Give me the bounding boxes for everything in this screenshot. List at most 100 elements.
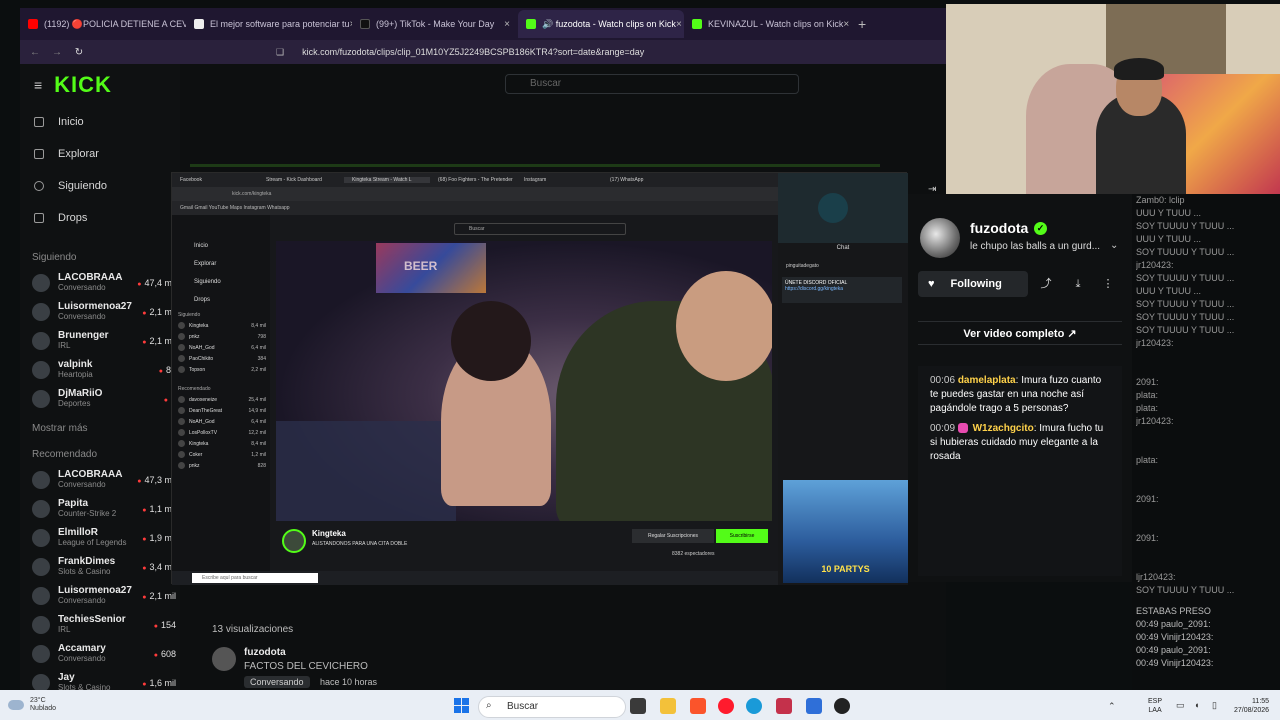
chat-line xyxy=(1136,480,1280,493)
avatar xyxy=(32,673,50,692)
menu-icon[interactable]: ≡ xyxy=(34,77,42,93)
close-tab-icon[interactable]: × xyxy=(504,19,510,30)
inner-search: Buscar xyxy=(454,223,626,235)
chat-line: 00:49 paulo_2091: xyxy=(1136,645,1211,655)
language-indicator[interactable]: ESP LAA xyxy=(1148,697,1162,715)
clip-time: hace 10 horas xyxy=(320,677,378,687)
show-more-link[interactable]: Mostrar más xyxy=(20,413,180,443)
streamer-name[interactable]: fuzodota xyxy=(970,220,1028,236)
home-icon xyxy=(34,117,44,127)
network-icon[interactable]: ▭ xyxy=(1176,700,1185,711)
shared-screen: Facebook Stream - Kick Dashboard Kingtek… xyxy=(171,172,908,585)
obs-icon[interactable] xyxy=(834,698,850,714)
back-icon[interactable]: ← xyxy=(28,47,42,58)
clip-card-title[interactable]: FACTOS DEL CEVICHERO xyxy=(244,661,368,672)
volume-icon[interactable]: ◖ xyxy=(1194,700,1199,710)
following-button[interactable]: ♥ Following xyxy=(918,271,1028,297)
more-icon[interactable]: ⋮ xyxy=(1098,274,1118,294)
file-explorer-icon[interactable] xyxy=(660,698,676,714)
channel-row[interactable]: BrunengerIRL2,1 mil xyxy=(20,326,180,355)
chat-line: SOY TUUUU Y TUUU ... xyxy=(1136,247,1235,257)
reload-icon[interactable]: ↻ xyxy=(72,47,86,58)
store-icon[interactable] xyxy=(806,698,822,714)
browser-tab[interactable]: KEVINAZUL - Watch clips on Kick × xyxy=(684,10,850,38)
channel-row[interactable]: FrankDimesSlots & Casino3,4 mil xyxy=(20,552,180,581)
new-tab-icon[interactable]: + xyxy=(858,16,866,32)
task-view-icon[interactable] xyxy=(630,698,646,714)
clip-author[interactable]: fuzodota xyxy=(244,647,286,658)
party-ad: 10 PARTYS xyxy=(783,480,908,583)
chat-message: 00:06 damelaplata: Imura fuzo cuanto te … xyxy=(930,375,1102,414)
clock[interactable]: 11:55 27/08/2026 xyxy=(1234,697,1269,715)
channel-row[interactable]: valpinkHeartopia87 xyxy=(20,355,180,384)
avatar xyxy=(32,389,50,408)
category-badge[interactable]: Conversando xyxy=(244,676,310,688)
pinned-message: ÚNETE DISCORD OFICIAL https://discord.gg/… xyxy=(782,277,902,303)
channel-row[interactable]: TechiesSeniorIRL154 xyxy=(20,610,180,639)
bookmark-icon[interactable]: ❑ xyxy=(276,47,284,58)
channel-row[interactable]: Luisormenoa27Conversando2,1 mil xyxy=(20,581,180,610)
nav-explorar[interactable]: Explorar xyxy=(20,138,180,170)
channel-row[interactable]: LACOBRAAAConversando47,3 mil xyxy=(20,465,180,494)
chevron-down-icon[interactable]: ⌄ xyxy=(1110,240,1118,251)
nav-siguiendo[interactable]: Siguiendo xyxy=(20,170,180,202)
channel-row[interactable]: ElmilloRLeague of Legends1,9 mil xyxy=(20,523,180,552)
avatar[interactable] xyxy=(920,218,960,258)
site-icon xyxy=(194,19,204,29)
chat-line: UUU Y TUUU ... xyxy=(1136,234,1202,244)
kick-logo[interactable]: KICK xyxy=(54,72,112,98)
chat-line xyxy=(1136,506,1280,519)
battery-icon[interactable]: ▯ xyxy=(1212,700,1217,711)
forward-icon[interactable]: → xyxy=(50,47,64,58)
chat-line: 2091: xyxy=(1136,377,1159,387)
heart-icon: ♥ xyxy=(928,278,935,290)
explore-icon xyxy=(34,149,44,159)
weather-widget[interactable]: 23°C Nublado xyxy=(30,697,56,713)
search-input[interactable]: Buscar xyxy=(505,74,799,94)
chevron-up-icon[interactable]: ⌃ xyxy=(1108,701,1116,712)
browser-tab-active[interactable]: 🔊 fuzodota - Watch clips on Kick × xyxy=(518,10,684,38)
edge-icon[interactable] xyxy=(746,698,762,714)
channel-row[interactable]: LACOBRAAAConversando47,4 mil xyxy=(20,268,180,297)
clip-chat: 00:06 damelaplata: Imura fuzo cuanto te … xyxy=(918,366,1122,576)
heart-icon xyxy=(34,181,44,191)
chat-line: 2091: xyxy=(1136,533,1159,543)
channel-row[interactable]: Luisormenoa27Conversando2,1 mil xyxy=(20,297,180,326)
chat-line: 00:49 Vinijr120423: xyxy=(1136,658,1214,668)
download-icon[interactable]: ⤓ xyxy=(1068,274,1088,294)
chat-line: UUU Y TUUU ... xyxy=(1136,286,1202,296)
chat-line xyxy=(1136,350,1280,363)
channel-row[interactable]: AccamaryConversando608 xyxy=(20,639,180,668)
url-text[interactable]: kick.com/fuzodota/clips/clip_01M10YZ5J22… xyxy=(302,47,644,57)
full-video-button[interactable]: Ver video completo ↗ xyxy=(918,321,1122,345)
browser-tab[interactable]: (1192) 🔴POLICIA DETIENE A CEVICH× xyxy=(20,10,186,38)
chat-line: plata: xyxy=(1136,390,1159,400)
nav-inicio[interactable]: Inicio xyxy=(20,106,180,138)
channel-row[interactable]: DjMaRiiODeportes6 xyxy=(20,384,180,413)
avatar[interactable] xyxy=(212,647,236,671)
browser-tab[interactable]: (99+) TikTok - Make Your Day × xyxy=(352,10,518,38)
taskbar-search[interactable]: Buscar xyxy=(478,696,626,718)
app-icon[interactable] xyxy=(776,698,792,714)
chat-line xyxy=(1136,428,1280,441)
inner-sidebar: Inicio Explorar Siguiendo Drops Siguiend… xyxy=(172,215,270,571)
address-bar[interactable]: ← → ↻ ❑ kick.com/fuzodota/clips/clip_01M… xyxy=(20,40,946,64)
windows-start-icon[interactable] xyxy=(454,698,469,713)
chat-line: SOY TUUUU Y TUUU ... xyxy=(1136,312,1235,322)
chat-line: Zamb0: lclip xyxy=(1136,195,1185,205)
stream-video[interactable]: BEER xyxy=(276,241,772,521)
verified-icon: ✓ xyxy=(1034,222,1047,235)
close-tab-icon[interactable]: × xyxy=(843,19,849,30)
share-icon[interactable]: ⤴ xyxy=(1036,274,1056,294)
chat-line: jr120423: xyxy=(1136,260,1174,270)
brave-icon[interactable] xyxy=(690,698,706,714)
close-tab-icon[interactable]: × xyxy=(676,19,682,30)
avatar xyxy=(32,528,50,547)
avatar xyxy=(32,615,50,634)
nav-drops[interactable]: Drops xyxy=(20,202,180,234)
opera-icon[interactable] xyxy=(718,698,734,714)
browser-tab[interactable]: El mejor software para potenciar tu× xyxy=(186,10,352,38)
kick-icon xyxy=(526,19,536,29)
channel-row[interactable]: PapitaCounter-Strike 21,1 mil xyxy=(20,494,180,523)
expand-icon[interactable]: ⇥ xyxy=(928,184,936,195)
